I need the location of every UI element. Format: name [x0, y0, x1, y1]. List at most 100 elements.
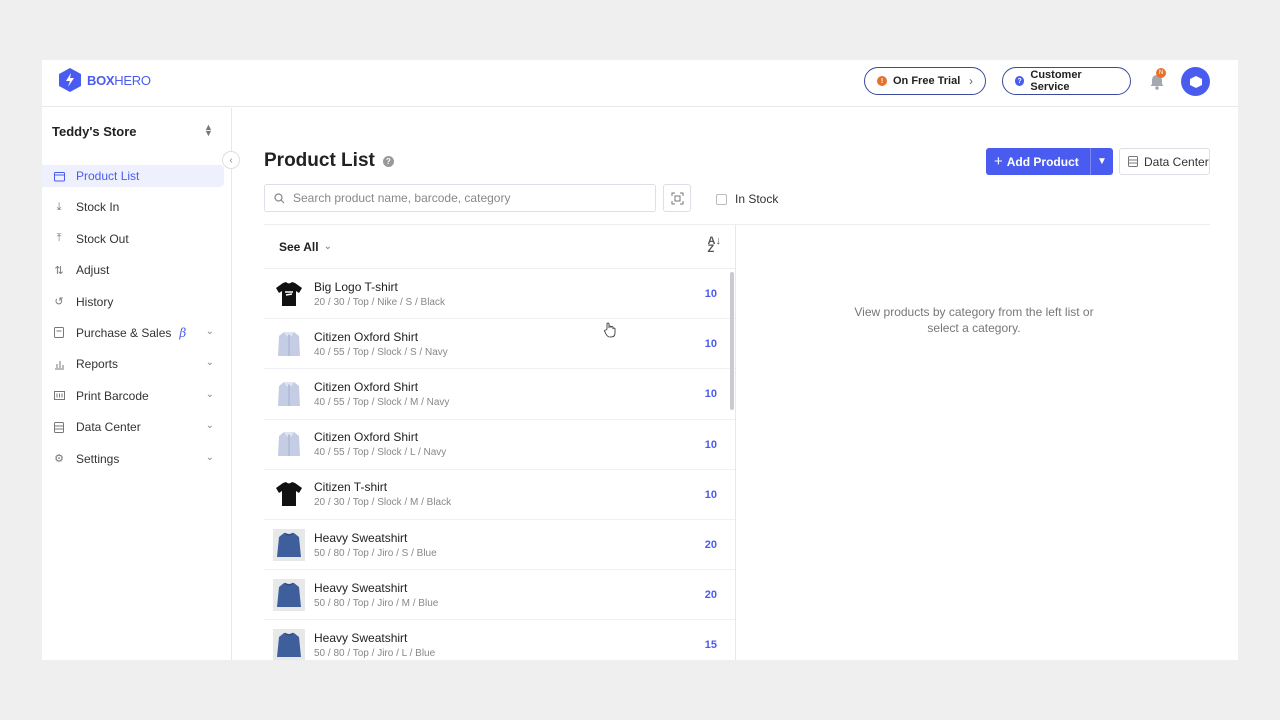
chevron-down-icon: ⌄ — [323, 241, 332, 252]
chevron-down-icon: ⌄ — [205, 325, 214, 337]
sidebar-item-label: Stock In — [76, 200, 120, 215]
search-input[interactable] — [293, 191, 633, 205]
sidebar-item-history[interactable]: ↺ History — [42, 291, 224, 313]
sidebar-item-stock-out[interactable]: ⤒ Stock Out — [42, 228, 224, 250]
store-switch-icon[interactable]: ▲ ▼ — [204, 123, 213, 138]
filter-label: See All — [279, 239, 319, 254]
in-stock-checkbox[interactable] — [716, 193, 727, 205]
sidebar-item-print-barcode[interactable]: Print Barcode ⌄ — [42, 385, 224, 407]
list-item[interactable]: Citizen T-shirt 20 / 30 / Top / Slock / … — [264, 470, 735, 520]
app-window: BOXHERO ! On Free Trial › ? Customer Ser… — [42, 60, 1238, 660]
boxhero-logo-icon — [59, 68, 81, 92]
sidebar-item-label: Data Center — [76, 420, 141, 435]
chevron-left-icon: ‹ — [229, 154, 233, 166]
product-attributes: 40 / 55 / Top / Slock / S / Navy — [314, 346, 448, 358]
sidebar-item-purchase-sales[interactable]: Purchase & Sales β ⌄ — [42, 322, 224, 344]
product-name: Heavy Sweatshirt — [314, 530, 408, 545]
sidebar-item-product-list[interactable]: Product List — [42, 165, 224, 187]
product-quantity: 20 — [704, 538, 717, 551]
customer-service-button[interactable]: ? Customer Service — [1002, 67, 1131, 95]
history-icon: ↺ — [54, 296, 64, 309]
product-attributes: 50 / 80 / Top / Jiro / S / Blue — [314, 547, 437, 559]
list-item[interactable]: Big Logo T-shirt 20 / 30 / Top / Nike / … — [264, 269, 735, 320]
add-product-dropdown[interactable]: ▼ — [1090, 148, 1113, 175]
gear-icon: ⚙ — [54, 453, 64, 466]
product-name: Citizen Oxford Shirt — [314, 329, 419, 344]
in-stock-label: In Stock — [735, 192, 779, 206]
product-name: Heavy Sweatshirt — [314, 580, 408, 595]
list-item[interactable]: Citizen Oxford Shirt 40 / 55 / Top / Slo… — [264, 319, 735, 370]
hand-cursor-icon — [604, 322, 616, 338]
free-trial-button[interactable]: ! On Free Trial › — [864, 67, 986, 95]
help-icon[interactable]: ? — [382, 155, 394, 167]
product-name: Heavy Sweatshirt — [314, 630, 408, 645]
collapse-sidebar-button[interactable]: ‹ — [222, 151, 240, 169]
product-quantity: 10 — [704, 438, 717, 451]
sidebar-item-data-center[interactable]: Data Center ⌄ — [42, 416, 224, 438]
sidebar-item-label: History — [76, 294, 114, 309]
store-name[interactable]: Teddy's Store — [52, 124, 136, 139]
empty-message-line: View products by category from the left … — [854, 305, 1094, 319]
product-name: Citizen Oxford Shirt — [314, 430, 419, 445]
in-stock-filter[interactable]: In Stock — [716, 192, 778, 206]
sort-az-icon[interactable]: A↓ Z — [708, 236, 721, 255]
barcode-scan-button[interactable] — [663, 184, 691, 212]
category-filter[interactable]: See All ⌄ A↓ Z — [264, 225, 735, 269]
chevron-down-icon: ▼ — [1097, 156, 1107, 167]
product-attributes: 40 / 55 / Top / Slock / L / Navy — [314, 447, 447, 459]
sidebar-item-label: Reports — [76, 357, 119, 372]
sidebar-item-settings[interactable]: ⚙ Settings ⌄ — [42, 448, 224, 470]
list-item[interactable]: Heavy Sweatshirt 50 / 80 / Top / Jiro / … — [264, 570, 735, 621]
database-icon — [52, 420, 66, 434]
product-quantity: 10 — [704, 388, 717, 401]
chevron-down-icon: ⌄ — [205, 420, 214, 432]
scan-icon — [671, 192, 683, 204]
sidebar-item-label: Purchase & Sales — [76, 325, 172, 340]
data-center-button[interactable]: Data Center — [1119, 148, 1210, 175]
product-attributes: 20 / 30 / Top / Nike / S / Black — [314, 296, 445, 308]
sidebar-item-label: Stock Out — [76, 231, 129, 246]
free-trial-label: On Free Trial — [893, 75, 961, 87]
add-product-label: Add Product — [1006, 154, 1079, 169]
product-attributes: 50 / 80 / Top / Jiro / L / Blue — [314, 647, 436, 659]
page-title: Product List ? — [264, 150, 394, 172]
chevron-down-icon: ⌄ — [205, 357, 214, 369]
sidebar-item-stock-in[interactable]: ⤓ Stock In — [42, 196, 224, 218]
brand-name: BOXHERO — [87, 72, 151, 88]
product-quantity: 10 — [704, 288, 717, 300]
barcode-icon — [52, 389, 66, 403]
product-quantity: 15 — [704, 639, 717, 652]
brand-logo[interactable]: BOXHERO — [59, 68, 151, 92]
add-product-button[interactable]: + Add Product ▼ — [986, 148, 1113, 175]
list-item[interactable]: Citizen Oxford Shirt 40 / 55 / Top / Slo… — [264, 420, 735, 470]
sidebar-item-reports[interactable]: Reports ⌄ — [42, 353, 224, 375]
search-icon — [274, 192, 285, 203]
sweatshirt-thumb — [273, 628, 305, 660]
empty-detail-message: View products by category from the left … — [834, 304, 1114, 336]
arrow-down-icon: ⤓ — [56, 200, 62, 213]
arrow-up-icon: ⤒ — [56, 232, 62, 245]
database-icon — [1128, 156, 1138, 167]
list-item[interactable]: Citizen Oxford Shirt 40 / 55 / Top / Slo… — [264, 369, 735, 420]
avatar[interactable] — [1181, 67, 1210, 96]
sidebar-item-adjust[interactable]: ⇅ Adjust — [42, 259, 224, 281]
bar-chart-icon — [52, 357, 66, 371]
list-item[interactable]: Heavy Sweatshirt 50 / 80 / Top / Jiro / … — [264, 520, 735, 571]
sidebar-item-label: Print Barcode — [76, 388, 149, 403]
list-item[interactable]: Heavy Sweatshirt 50 / 80 / Top / Jiro / … — [264, 620, 735, 660]
oxford-shirt-thumb — [273, 378, 305, 410]
customer-service-label: Customer Service — [1030, 69, 1082, 93]
search-box[interactable] — [264, 184, 656, 212]
notification-badge: N — [1156, 68, 1166, 78]
product-name: Citizen Oxford Shirt — [314, 379, 419, 394]
chevron-down-icon: ⌄ — [205, 451, 214, 463]
product-quantity: 10 — [704, 488, 717, 501]
sidebar: Teddy's Store ▲ ▼ ‹ Product List ⤓ Stock … — [42, 108, 240, 660]
chevron-right-icon: › — [969, 74, 973, 88]
list-scrollbar[interactable] — [730, 272, 734, 410]
product-attributes: 20 / 30 / Top / Slock / M / Black — [314, 497, 452, 509]
sweatshirt-thumb — [273, 528, 305, 561]
plus-icon: + — [994, 153, 1003, 170]
add-product-main[interactable]: + Add Product — [986, 153, 1090, 170]
product-quantity: 10 — [704, 338, 717, 351]
